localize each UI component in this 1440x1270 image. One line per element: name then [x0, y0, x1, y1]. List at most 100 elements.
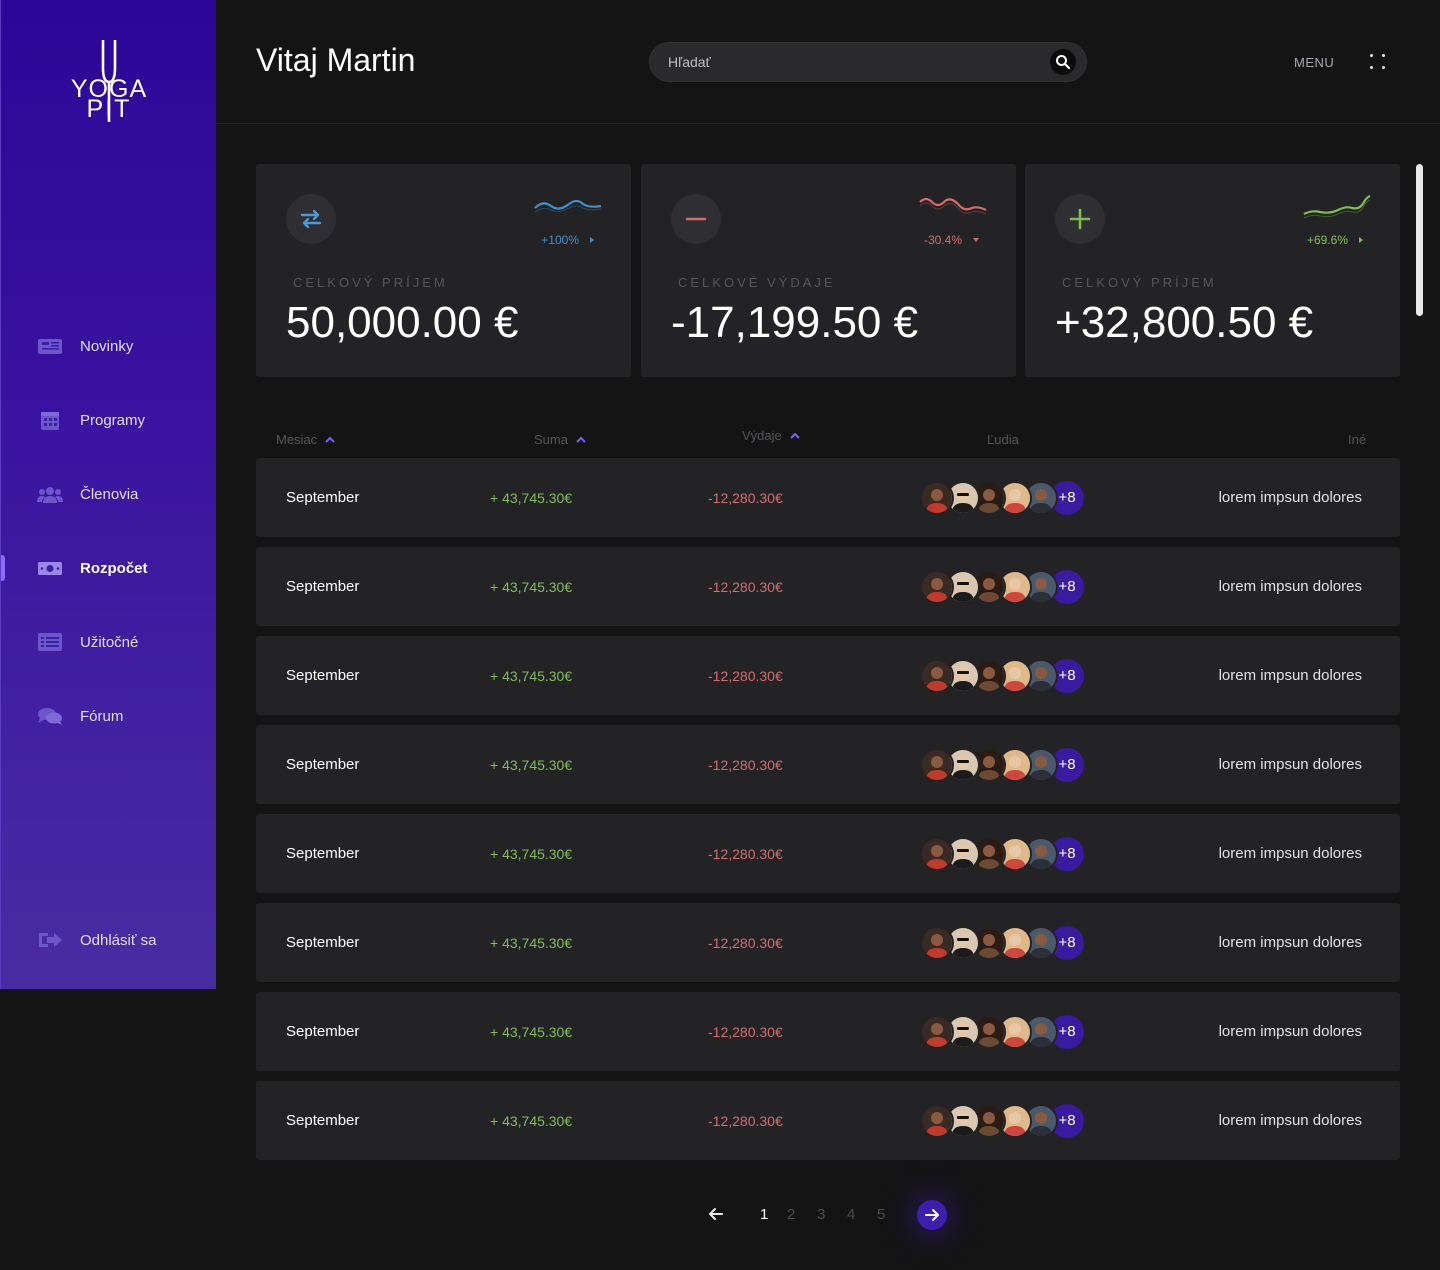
- arrow-right-icon: [925, 1209, 939, 1221]
- table-row[interactable]: September + 43,745.30€ -12,280.30€ +8 lorem …: [256, 725, 1400, 804]
- row-other: lorem impsun dolores: [1218, 1112, 1362, 1129]
- sidebar-item-rozpocet[interactable]: Rozpočet: [1, 546, 217, 590]
- column-header-month[interactable]: Mesiac: [276, 432, 335, 447]
- row-month: September: [286, 667, 360, 684]
- row-expenses: -12,280.30€: [708, 1023, 783, 1040]
- column-header-label: Výdaje: [742, 428, 782, 443]
- newspaper-icon: [37, 336, 63, 356]
- avatar-group: +8: [920, 747, 1084, 782]
- row-people: +8: [920, 547, 1084, 626]
- avatar[interactable]: [920, 569, 954, 604]
- page-4[interactable]: 4: [847, 1206, 855, 1223]
- avatar-group: +8: [920, 925, 1084, 960]
- row-people: +8: [920, 636, 1084, 715]
- next-page-button[interactable]: [917, 1200, 947, 1230]
- table-row[interactable]: September + 43,745.30€ -12,280.30€ +8 lorem …: [256, 547, 1400, 626]
- row-sum: + 43,745.30€: [490, 489, 573, 506]
- row-expenses: -12,280.30€: [708, 489, 783, 506]
- scrollbar-thumb[interactable]: [1416, 164, 1423, 316]
- page-2[interactable]: 2: [787, 1206, 795, 1223]
- list-icon: [37, 632, 63, 652]
- stat-card-expenses: -30.4% CELKOVÉ VÝDAJE -17,199.50 €: [641, 164, 1016, 377]
- row-sum: + 43,745.30€: [490, 667, 573, 684]
- row-other: lorem impsun dolores: [1218, 934, 1362, 951]
- page-3[interactable]: 3: [817, 1206, 825, 1223]
- table-row[interactable]: September + 43,745.30€ -12,280.30€ +8 lorem …: [256, 458, 1400, 537]
- card-label: CELKOVÝ PRÍJEM: [1062, 275, 1217, 290]
- column-header-sum[interactable]: Suma: [534, 432, 586, 447]
- avatar[interactable]: [920, 925, 954, 960]
- prev-page-button[interactable]: [708, 1206, 724, 1227]
- sidebar-item-label: Členovia: [80, 485, 139, 503]
- row-month: September: [286, 934, 360, 951]
- avatar[interactable]: [920, 1014, 954, 1049]
- row-sum: + 43,745.30€: [490, 1112, 573, 1129]
- sign-out-icon: [37, 930, 63, 950]
- sidebar: YOGA PIT Novinky Programy Členovia Rozpo…: [0, 0, 216, 989]
- card-label: CELKOVÝ PRÍJEM: [293, 275, 448, 290]
- plus-icon: [1055, 194, 1105, 244]
- row-people: +8: [920, 725, 1084, 804]
- row-month: September: [286, 845, 360, 862]
- menu-label[interactable]: MENU: [1294, 55, 1334, 70]
- calendar-icon: [37, 410, 63, 430]
- transfer-icon: [286, 194, 336, 244]
- row-expenses: -12,280.30€: [708, 934, 783, 951]
- sidebar-item-label: Fórum: [80, 707, 124, 725]
- table-row[interactable]: September + 43,745.30€ -12,280.30€ +8 lorem …: [256, 903, 1400, 982]
- menu-grid-icon[interactable]: [1368, 52, 1388, 72]
- card-value: 50,000.00 €: [286, 298, 519, 347]
- row-other: lorem impsun dolores: [1218, 1023, 1362, 1040]
- search-input[interactable]: [668, 43, 1038, 81]
- avatar-group: +8: [920, 658, 1084, 693]
- arrow-left-icon: [709, 1208, 723, 1220]
- logout-button[interactable]: Odhlásiť sa: [1, 918, 217, 962]
- column-header-label: Suma: [534, 432, 568, 447]
- trend-sparkline: [1303, 195, 1371, 219]
- avatar[interactable]: [920, 480, 954, 515]
- row-sum: + 43,745.30€: [490, 578, 573, 595]
- avatar[interactable]: [920, 1103, 954, 1138]
- money-icon: [37, 558, 63, 578]
- sidebar-item-label: Novinky: [80, 337, 134, 355]
- sidebar-item-clenovia[interactable]: Členovia: [1, 472, 217, 516]
- trend-value: +100%: [541, 233, 579, 247]
- row-other: lorem impsun dolores: [1218, 667, 1362, 684]
- row-sum: + 43,745.30€: [490, 756, 573, 773]
- table-row[interactable]: September + 43,745.30€ -12,280.30€ +8 lorem …: [256, 1081, 1400, 1160]
- card-value: +32,800.50 €: [1055, 298, 1314, 347]
- column-header-expenses[interactable]: Výdaje: [742, 428, 800, 443]
- page-1[interactable]: 1: [760, 1206, 768, 1223]
- row-expenses: -12,280.30€: [708, 578, 783, 595]
- trend-indicator: -30.4%: [924, 233, 980, 247]
- sidebar-item-forum[interactable]: Fórum: [1, 694, 217, 738]
- yogapit-logo[interactable]: YOGA PIT: [63, 38, 155, 124]
- trend-value: -30.4%: [923, 233, 962, 247]
- row-people: +8: [920, 1081, 1084, 1160]
- avatar[interactable]: [920, 747, 954, 782]
- sidebar-item-label: Programy: [80, 411, 146, 429]
- row-month: September: [286, 489, 360, 506]
- row-people: +8: [920, 458, 1084, 537]
- sort-up-icon: [325, 436, 335, 443]
- caret-down-icon: [973, 238, 979, 242]
- table-row[interactable]: September + 43,745.30€ -12,280.30€ +8 lorem …: [256, 992, 1400, 1071]
- table-row[interactable]: September + 43,745.30€ -12,280.30€ +8 lorem …: [256, 814, 1400, 893]
- avatar-group: +8: [920, 836, 1084, 871]
- avatar[interactable]: [920, 836, 954, 871]
- row-sum: + 43,745.30€: [490, 845, 573, 862]
- search-button[interactable]: [1050, 49, 1076, 75]
- sidebar-item-novinky[interactable]: Novinky: [1, 324, 217, 368]
- row-other: lorem impsun dolores: [1218, 756, 1362, 773]
- page-5[interactable]: 5: [877, 1206, 885, 1223]
- sort-up-icon: [576, 436, 586, 443]
- avatar[interactable]: [920, 658, 954, 693]
- avatar-group: +8: [920, 480, 1084, 515]
- sidebar-item-programy[interactable]: Programy: [1, 398, 217, 442]
- card-value: -17,199.50 €: [671, 298, 919, 347]
- column-header-other[interactable]: Iné: [1348, 432, 1366, 447]
- sidebar-item-uzitocne[interactable]: Užitočné: [1, 620, 217, 664]
- row-expenses: -12,280.30€: [708, 1112, 783, 1129]
- table-row[interactable]: September + 43,745.30€ -12,280.30€ +8 lorem …: [256, 636, 1400, 715]
- column-header-people[interactable]: Ľudia: [987, 432, 1019, 447]
